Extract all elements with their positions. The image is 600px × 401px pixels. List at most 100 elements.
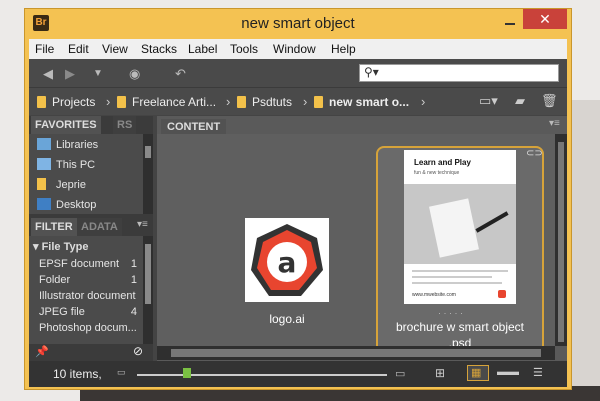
- brochure-subline: fun & new technique: [414, 170, 460, 176]
- small-thumb-icon[interactable]: ▭: [117, 367, 126, 378]
- search-input[interactable]: ⚲▾: [359, 64, 559, 82]
- chevron-right-icon[interactable]: ›: [421, 94, 425, 109]
- bridge-window: Br new smart object ✕ File Edit View Sta…: [24, 8, 572, 390]
- favorite-this-pc[interactable]: This PC: [37, 158, 95, 171]
- tab-metadata[interactable]: ADATA: [77, 218, 122, 236]
- crumb-freelance[interactable]: Freelance Arti...: [117, 95, 216, 109]
- window-title: new smart object: [241, 15, 355, 32]
- tab-content[interactable]: CONTENT: [161, 119, 227, 135]
- chevron-right-icon[interactable]: ›: [106, 94, 110, 109]
- recent-files-icon[interactable]: ◉: [129, 66, 140, 82]
- chevron-right-icon[interactable]: ›: [303, 94, 307, 109]
- favorite-label: Jeprie: [56, 179, 86, 191]
- desktop-icon: [37, 198, 51, 210]
- menu-window[interactable]: Window: [273, 42, 316, 56]
- content-scrollbar[interactable]: [555, 134, 567, 346]
- favorites-scrollbar[interactable]: [143, 134, 153, 214]
- grid-lock-icon[interactable]: ⊞: [435, 366, 445, 380]
- menu-tools[interactable]: Tools: [230, 42, 258, 56]
- crumb-current[interactable]: new smart o...: [314, 95, 409, 109]
- forward-arrow-icon[interactable]: ▶: [65, 66, 75, 82]
- toolbar: ◀ ▶ ▼ ◉ ↶ ⚲▾: [29, 59, 567, 87]
- chevron-right-icon[interactable]: ›: [226, 94, 230, 109]
- favorite-libraries[interactable]: Libraries: [37, 138, 98, 151]
- crumb-label: Freelance Arti...: [132, 95, 217, 109]
- libraries-icon: [37, 138, 51, 150]
- menu-edit[interactable]: Edit: [68, 42, 89, 56]
- menu-help[interactable]: Help: [331, 42, 356, 56]
- filter-label: JPEG file: [39, 306, 85, 318]
- crumb-label: Projects: [52, 95, 96, 109]
- favorite-jeprie[interactable]: Jeprie: [37, 178, 86, 191]
- tab-folders[interactable]: RS: [113, 116, 137, 134]
- list-view-icon[interactable]: ☰: [533, 366, 543, 379]
- filter-row[interactable]: Folder 1: [39, 274, 143, 286]
- filter-count: 4: [130, 306, 137, 318]
- crumb-projects[interactable]: Projects: [37, 95, 95, 109]
- desktop-background-right: [568, 100, 600, 401]
- trash-icon[interactable]: 🗑: [541, 93, 558, 109]
- filter-count: 1: [130, 274, 137, 286]
- thumbnails-icon: ▦: [471, 367, 482, 379]
- tab-favorites[interactable]: FAVORITES: [31, 116, 101, 134]
- bridge-workspace: ◀ ▶ ▼ ◉ ↶ ⚲▾ Projects › Freelance Arti..…: [29, 59, 567, 387]
- folder-icon: [314, 96, 323, 108]
- folder-icon: [37, 178, 46, 190]
- chevron-down-icon[interactable]: ▼: [93, 68, 103, 79]
- filter-label: Folder: [39, 274, 71, 286]
- tab-filter[interactable]: FILTER: [31, 218, 77, 236]
- brochure-site: www.mwebsite.com: [412, 292, 456, 298]
- crumb-label: Psdtuts: [252, 95, 293, 109]
- content-horizontal-scrollbar[interactable]: [157, 346, 555, 360]
- large-thumb-icon[interactable]: ▭: [395, 367, 405, 380]
- filter-footer: 📌 ⊘: [29, 344, 153, 360]
- rating-dots[interactable]: · · · · ·: [438, 308, 463, 318]
- menu-label[interactable]: Label: [188, 42, 217, 56]
- search-icon: ⚲▾: [364, 65, 379, 79]
- thumbnail-grid: a logo.ai Learn and Play fun & new techn…: [157, 134, 555, 354]
- menu-file[interactable]: File: [35, 42, 54, 56]
- brochure-logo: [498, 290, 506, 298]
- crumb-psdtuts[interactable]: Psdtuts: [237, 95, 292, 109]
- thumbnail-logo[interactable]: a: [245, 218, 329, 302]
- favorites-list: Libraries This PC Jeprie Desktop: [29, 134, 143, 214]
- scroll-thumb[interactable]: [145, 146, 151, 158]
- menu-stacks[interactable]: Stacks: [141, 42, 177, 56]
- folder-icon: [117, 96, 126, 108]
- left-panel: FAVORITES RS Libraries This PC Jeprie De…: [29, 116, 153, 361]
- minimize-button[interactable]: [497, 13, 523, 31]
- breadcrumb: Projects › Freelance Arti... › Psdtuts ›…: [29, 87, 567, 115]
- pin-icon[interactable]: 📌: [35, 345, 49, 358]
- thumbnail-caption[interactable]: logo.ai: [227, 312, 347, 326]
- brochure-line: [412, 276, 492, 278]
- favorite-label: Desktop: [56, 199, 97, 211]
- filter-row[interactable]: Illustrator document: [39, 290, 143, 302]
- favorite-desktop[interactable]: Desktop: [37, 198, 96, 211]
- close-button[interactable]: ✕: [523, 9, 567, 29]
- slider-knob[interactable]: [183, 368, 191, 378]
- filter-count: 1: [130, 258, 137, 270]
- scroll-thumb[interactable]: [171, 349, 541, 357]
- filter-scrollbar[interactable]: [143, 236, 153, 344]
- boomerang-icon[interactable]: ↶: [175, 66, 186, 82]
- menu-view[interactable]: View: [102, 42, 128, 56]
- file-type-heading[interactable]: ▾ File Type: [33, 240, 88, 253]
- panel-menu-icon[interactable]: ▾≡: [549, 118, 560, 129]
- filter-row[interactable]: EPSF document 1: [39, 258, 143, 270]
- brochure-line: [412, 282, 502, 284]
- open-folder-icon[interactable]: ▭▾: [479, 93, 498, 109]
- thumbnail-caption[interactable]: brochure w smart object: [376, 320, 544, 334]
- back-arrow-icon[interactable]: ◀: [43, 66, 53, 82]
- panel-menu-icon[interactable]: ▾≡: [137, 219, 148, 230]
- thumbnail-size-slider[interactable]: [137, 374, 387, 376]
- filter-row[interactable]: Photoshop docum...: [39, 322, 143, 334]
- brochure-line: [412, 270, 508, 272]
- filter-row[interactable]: JPEG file 4: [39, 306, 143, 318]
- new-folder-icon[interactable]: ▰: [515, 93, 525, 109]
- filter-list: ▾ File Type EPSF document 1 Folder 1 Illus…: [29, 236, 143, 344]
- scroll-thumb[interactable]: [558, 142, 564, 342]
- title-bar[interactable]: Br new smart object ✕: [25, 9, 571, 39]
- clear-filter-icon[interactable]: ⊘: [133, 344, 143, 358]
- details-view-icon[interactable]: ▬▬: [497, 366, 519, 378]
- scroll-thumb[interactable]: [145, 244, 151, 304]
